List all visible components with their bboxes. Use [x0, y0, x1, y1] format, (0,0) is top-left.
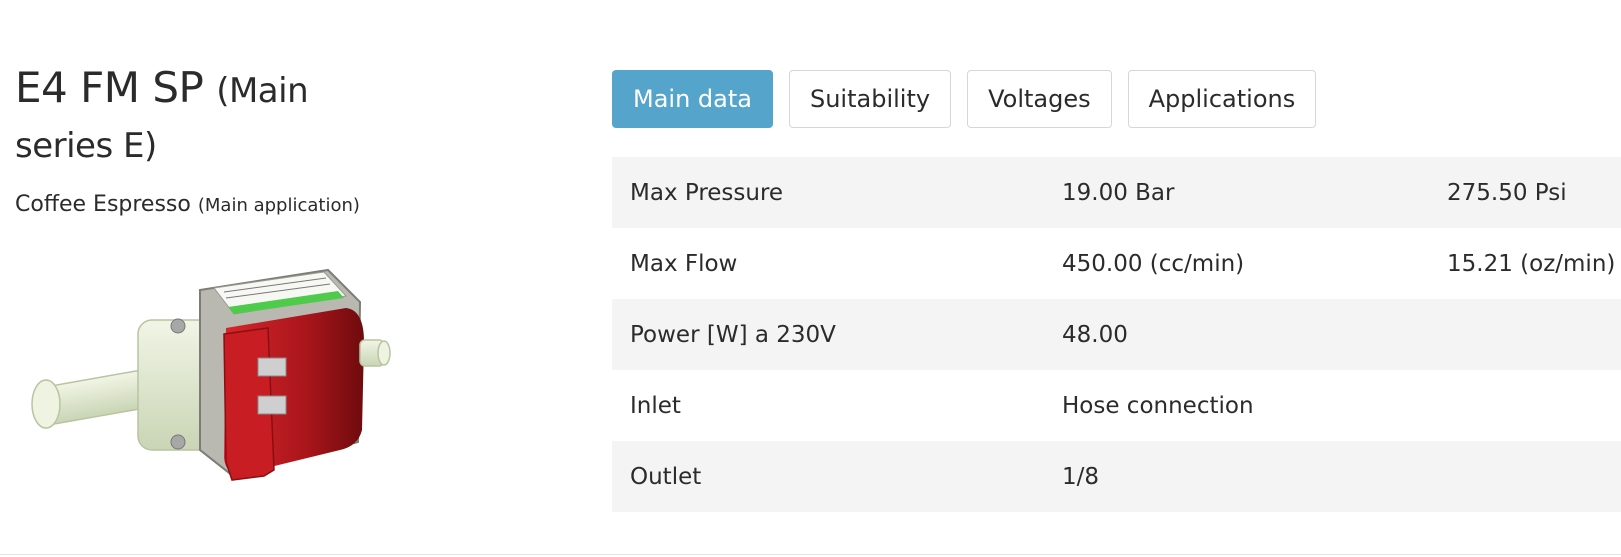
spec-label: Power [W] a 230V: [612, 299, 1044, 370]
spec-value: 1/8: [1044, 441, 1429, 512]
spec-value-alt: 275.50 Psi: [1429, 157, 1621, 228]
spec-value-alt: [1429, 441, 1621, 512]
spec-label: Inlet: [630, 392, 681, 419]
tab-bar: Main data Suitability Voltages Applicati…: [612, 70, 1332, 128]
bottom-divider: [0, 554, 1621, 555]
table-row: Power [W] a 230V 48.00: [612, 299, 1621, 370]
tab-applications[interactable]: Applications: [1127, 70, 1317, 128]
main-data-table: Max Pressure 19.00 Bar 275.50 Psi Max Fl…: [612, 157, 1621, 512]
spec-label: Outlet: [612, 441, 1044, 512]
main-application: Coffee Espresso (Main application): [15, 192, 415, 217]
tab-main-data[interactable]: Main data: [612, 70, 773, 128]
product-title: E4 FM SP (Main series E): [15, 62, 415, 172]
tab-voltages[interactable]: Voltages: [967, 70, 1112, 128]
spec-value: 48.00: [1044, 299, 1429, 370]
application-note: (Main application): [197, 195, 360, 216]
product-name: E4 FM SP: [15, 63, 204, 112]
table-row: Max Flow 450.00 (cc/min) 15.21 (oz/min): [612, 228, 1621, 299]
table-row: Inlet Hose connection: [612, 370, 1621, 441]
product-info: E4 FM SP (Main series E) Coffee Espresso…: [15, 62, 415, 217]
spec-value-alt: [1429, 299, 1621, 370]
spec-value-alt: [1429, 370, 1621, 441]
spec-value: Hose connection: [1062, 392, 1254, 419]
spec-value: 19.00 Bar: [1044, 157, 1429, 228]
table-row: Outlet 1/8: [612, 441, 1621, 512]
spec-value-alt: 15.21 (oz/min): [1447, 250, 1616, 277]
spec-label: Max Pressure: [612, 157, 1044, 228]
spec-value: 450.00 (cc/min): [1062, 250, 1245, 277]
pump-product-image: [31, 268, 391, 481]
application-name: Coffee Espresso: [15, 192, 191, 217]
tab-suitability[interactable]: Suitability: [788, 70, 952, 128]
spec-label: Max Flow: [630, 250, 738, 277]
table-row: Max Pressure 19.00 Bar 275.50 Psi: [612, 157, 1621, 228]
